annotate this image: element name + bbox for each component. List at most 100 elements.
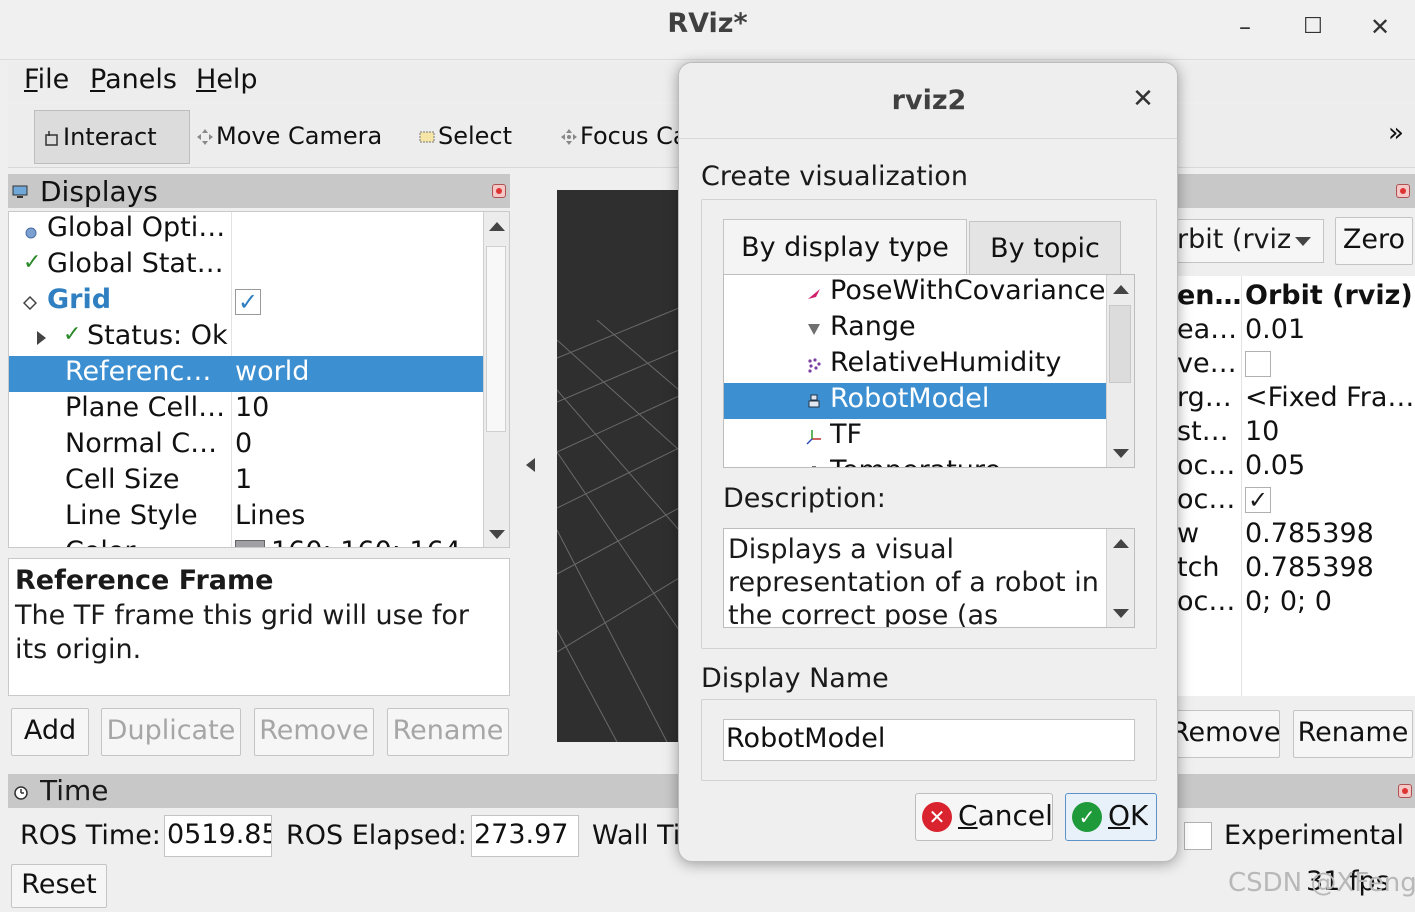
view-prop-near-clip[interactable]: ea… 0.01 (1177, 314, 1415, 348)
display-name-label: Display Name (701, 663, 889, 694)
dropdown-arrow-icon (1295, 237, 1311, 246)
views-panel-close-icon[interactable] (1396, 184, 1410, 198)
list-item-temperature[interactable]: Temperature (724, 455, 1106, 467)
wall-time-label: Wall Ti (592, 820, 678, 851)
pose-arrow-icon (806, 285, 822, 301)
tree-row-reference-frame[interactable]: Referenc… world (9, 356, 483, 392)
displays-panel-close-icon[interactable] (492, 184, 506, 198)
view-prop-focal-size[interactable]: oc… 0.05 (1177, 450, 1415, 484)
remove-display-button[interactable]: Remove (254, 708, 374, 756)
add-display-button[interactable]: Add (11, 708, 89, 756)
tree-row-global-options[interactable]: Global Opti… (9, 212, 483, 248)
tree-row-global-status[interactable]: ✓ Global Stat… (9, 248, 483, 284)
list-item-pose-with-covariance[interactable]: PoseWithCovariance (724, 275, 1106, 311)
property-description-box: Reference Frame The TF frame this grid w… (8, 558, 510, 696)
ros-time-field[interactable]: 0519.85 (164, 815, 272, 857)
tab-by-topic[interactable]: By topic (969, 221, 1121, 275)
title-bar: RViz* – ☐ ✕ (0, 0, 1415, 60)
invert-z-checkbox[interactable] (1245, 351, 1271, 377)
close-window-button[interactable]: ✕ (1363, 12, 1397, 42)
rename-display-button[interactable]: Rename (387, 708, 509, 756)
description-text: The TF frame this grid will use for its … (15, 600, 470, 665)
ros-elapsed-field[interactable]: 273.97 (471, 815, 579, 857)
scroll-thumb[interactable] (486, 246, 506, 432)
monitor-icon (12, 184, 28, 198)
display-name-input[interactable]: RobotModel (723, 719, 1135, 761)
window-title: RViz* (667, 8, 748, 39)
tree-row-status-ok[interactable]: ✓ Status: Ok (9, 320, 483, 356)
render-viewport[interactable] (557, 190, 679, 742)
list-scroll-down-arrow-icon[interactable] (1113, 449, 1129, 458)
status-check-icon: ✓ (23, 250, 42, 275)
collapse-panel-arrow-icon[interactable] (526, 458, 535, 472)
view-prop-invert[interactable]: ve… (1177, 348, 1415, 382)
view-type-dropdown[interactable]: rbit (rviz (1176, 219, 1324, 263)
toolbar-overflow-button[interactable]: » (1388, 118, 1404, 148)
tree-row-line-style[interactable]: Line Style Lines (9, 500, 483, 536)
select-box-icon (418, 124, 436, 143)
ok-button[interactable]: ✓ OK (1065, 793, 1157, 841)
create-visualization-label: Create visualization (701, 161, 968, 192)
scroll-up-arrow-icon[interactable] (489, 222, 505, 231)
list-item-robot-model[interactable]: RobotModel (724, 383, 1106, 419)
tree-row-normal-cell-count[interactable]: Normal C… 0 (9, 428, 483, 464)
expand-arrow-icon[interactable] (37, 331, 46, 345)
description-scrollbar[interactable] (1106, 529, 1134, 627)
menu-help[interactable]: Help (196, 64, 258, 95)
view-properties: en… Orbit (rviz) ea… 0.01 ve… rg… <Fixed… (1176, 276, 1415, 696)
scroll-down-arrow-icon[interactable] (489, 530, 505, 539)
gear-icon (25, 224, 37, 239)
menu-file[interactable]: File (24, 64, 69, 95)
display-type-list: PoseWithCovariance Range RelativeHumidit… (723, 274, 1135, 468)
focal-shape-checkbox[interactable]: ✓ (1245, 487, 1271, 513)
time-panel-close-icon[interactable] (1398, 784, 1412, 798)
views-panel-header (1176, 174, 1415, 208)
view-prop-target-frame[interactable]: rg… <Fixed Fra… (1177, 382, 1415, 416)
grid-enabled-checkbox[interactable]: ✓ (235, 289, 261, 315)
desc-scroll-up-arrow-icon[interactable] (1113, 539, 1129, 548)
cancel-button[interactable]: ✕ Cancel (915, 793, 1053, 841)
tree-row-color[interactable]: Color 160; 160; 164 (9, 536, 483, 547)
grid-lines-render (557, 307, 679, 742)
list-item-range[interactable]: Range (724, 311, 1106, 347)
move-camera-tool-button[interactable]: Move Camera (196, 122, 382, 150)
view-prop-yaw[interactable]: w 0.785398 (1177, 518, 1415, 552)
focus-camera-tool-button[interactable]: Focus Ca (560, 122, 684, 150)
view-prop-focal-point[interactable]: oc… 0; 0; 0 (1177, 586, 1415, 620)
color-swatch[interactable] (235, 540, 265, 547)
desc-scroll-down-arrow-icon[interactable] (1113, 609, 1129, 618)
displays-panel-header: Displays (8, 174, 510, 208)
dialog-close-icon[interactable]: ✕ (1129, 85, 1157, 113)
hand-icon (43, 125, 61, 146)
tree-row-plane-cell-count[interactable]: Plane Cell… 10 (9, 392, 483, 428)
view-prop-focal-shape[interactable]: oc… ✓ (1177, 484, 1415, 518)
humidity-dots-icon (806, 357, 822, 373)
tree-row-cell-size[interactable]: Cell Size 1 (9, 464, 483, 500)
interact-label: Interact (63, 123, 157, 151)
zero-button[interactable]: Zero (1335, 217, 1413, 265)
grid-icon (22, 295, 38, 311)
experimental-checkbox[interactable] (1184, 822, 1212, 850)
rename-view-button[interactable]: Rename (1293, 710, 1413, 758)
list-item-relative-humidity[interactable]: RelativeHumidity (724, 347, 1106, 383)
menu-panels[interactable]: Panels (90, 64, 177, 95)
cancel-icon: ✕ (922, 802, 952, 832)
displays-scrollbar[interactable] (483, 212, 509, 547)
list-item-tf[interactable]: TF (724, 419, 1106, 455)
view-prop-pitch[interactable]: tch 0.785398 (1177, 552, 1415, 586)
remove-view-button[interactable]: Remove (1170, 710, 1280, 758)
minimize-button[interactable]: – (1228, 12, 1262, 42)
tree-row-grid[interactable]: Grid ✓ (9, 284, 483, 320)
select-tool-button[interactable]: Select (418, 122, 512, 150)
move-camera-icon (196, 124, 214, 145)
reset-button[interactable]: Reset (11, 864, 107, 908)
interact-tool-button[interactable]: Interact (34, 110, 190, 164)
list-scroll-thumb[interactable] (1109, 305, 1131, 383)
tab-by-display-type[interactable]: By display type (723, 219, 967, 275)
display-type-scrollbar[interactable] (1106, 275, 1134, 467)
description-text: Displays a visual representation of a ro… (728, 534, 1099, 628)
duplicate-display-button[interactable]: Duplicate (101, 708, 241, 756)
view-prop-distance[interactable]: st… 10 (1177, 416, 1415, 450)
maximize-button[interactable]: ☐ (1296, 12, 1330, 42)
list-scroll-up-arrow-icon[interactable] (1113, 285, 1129, 294)
